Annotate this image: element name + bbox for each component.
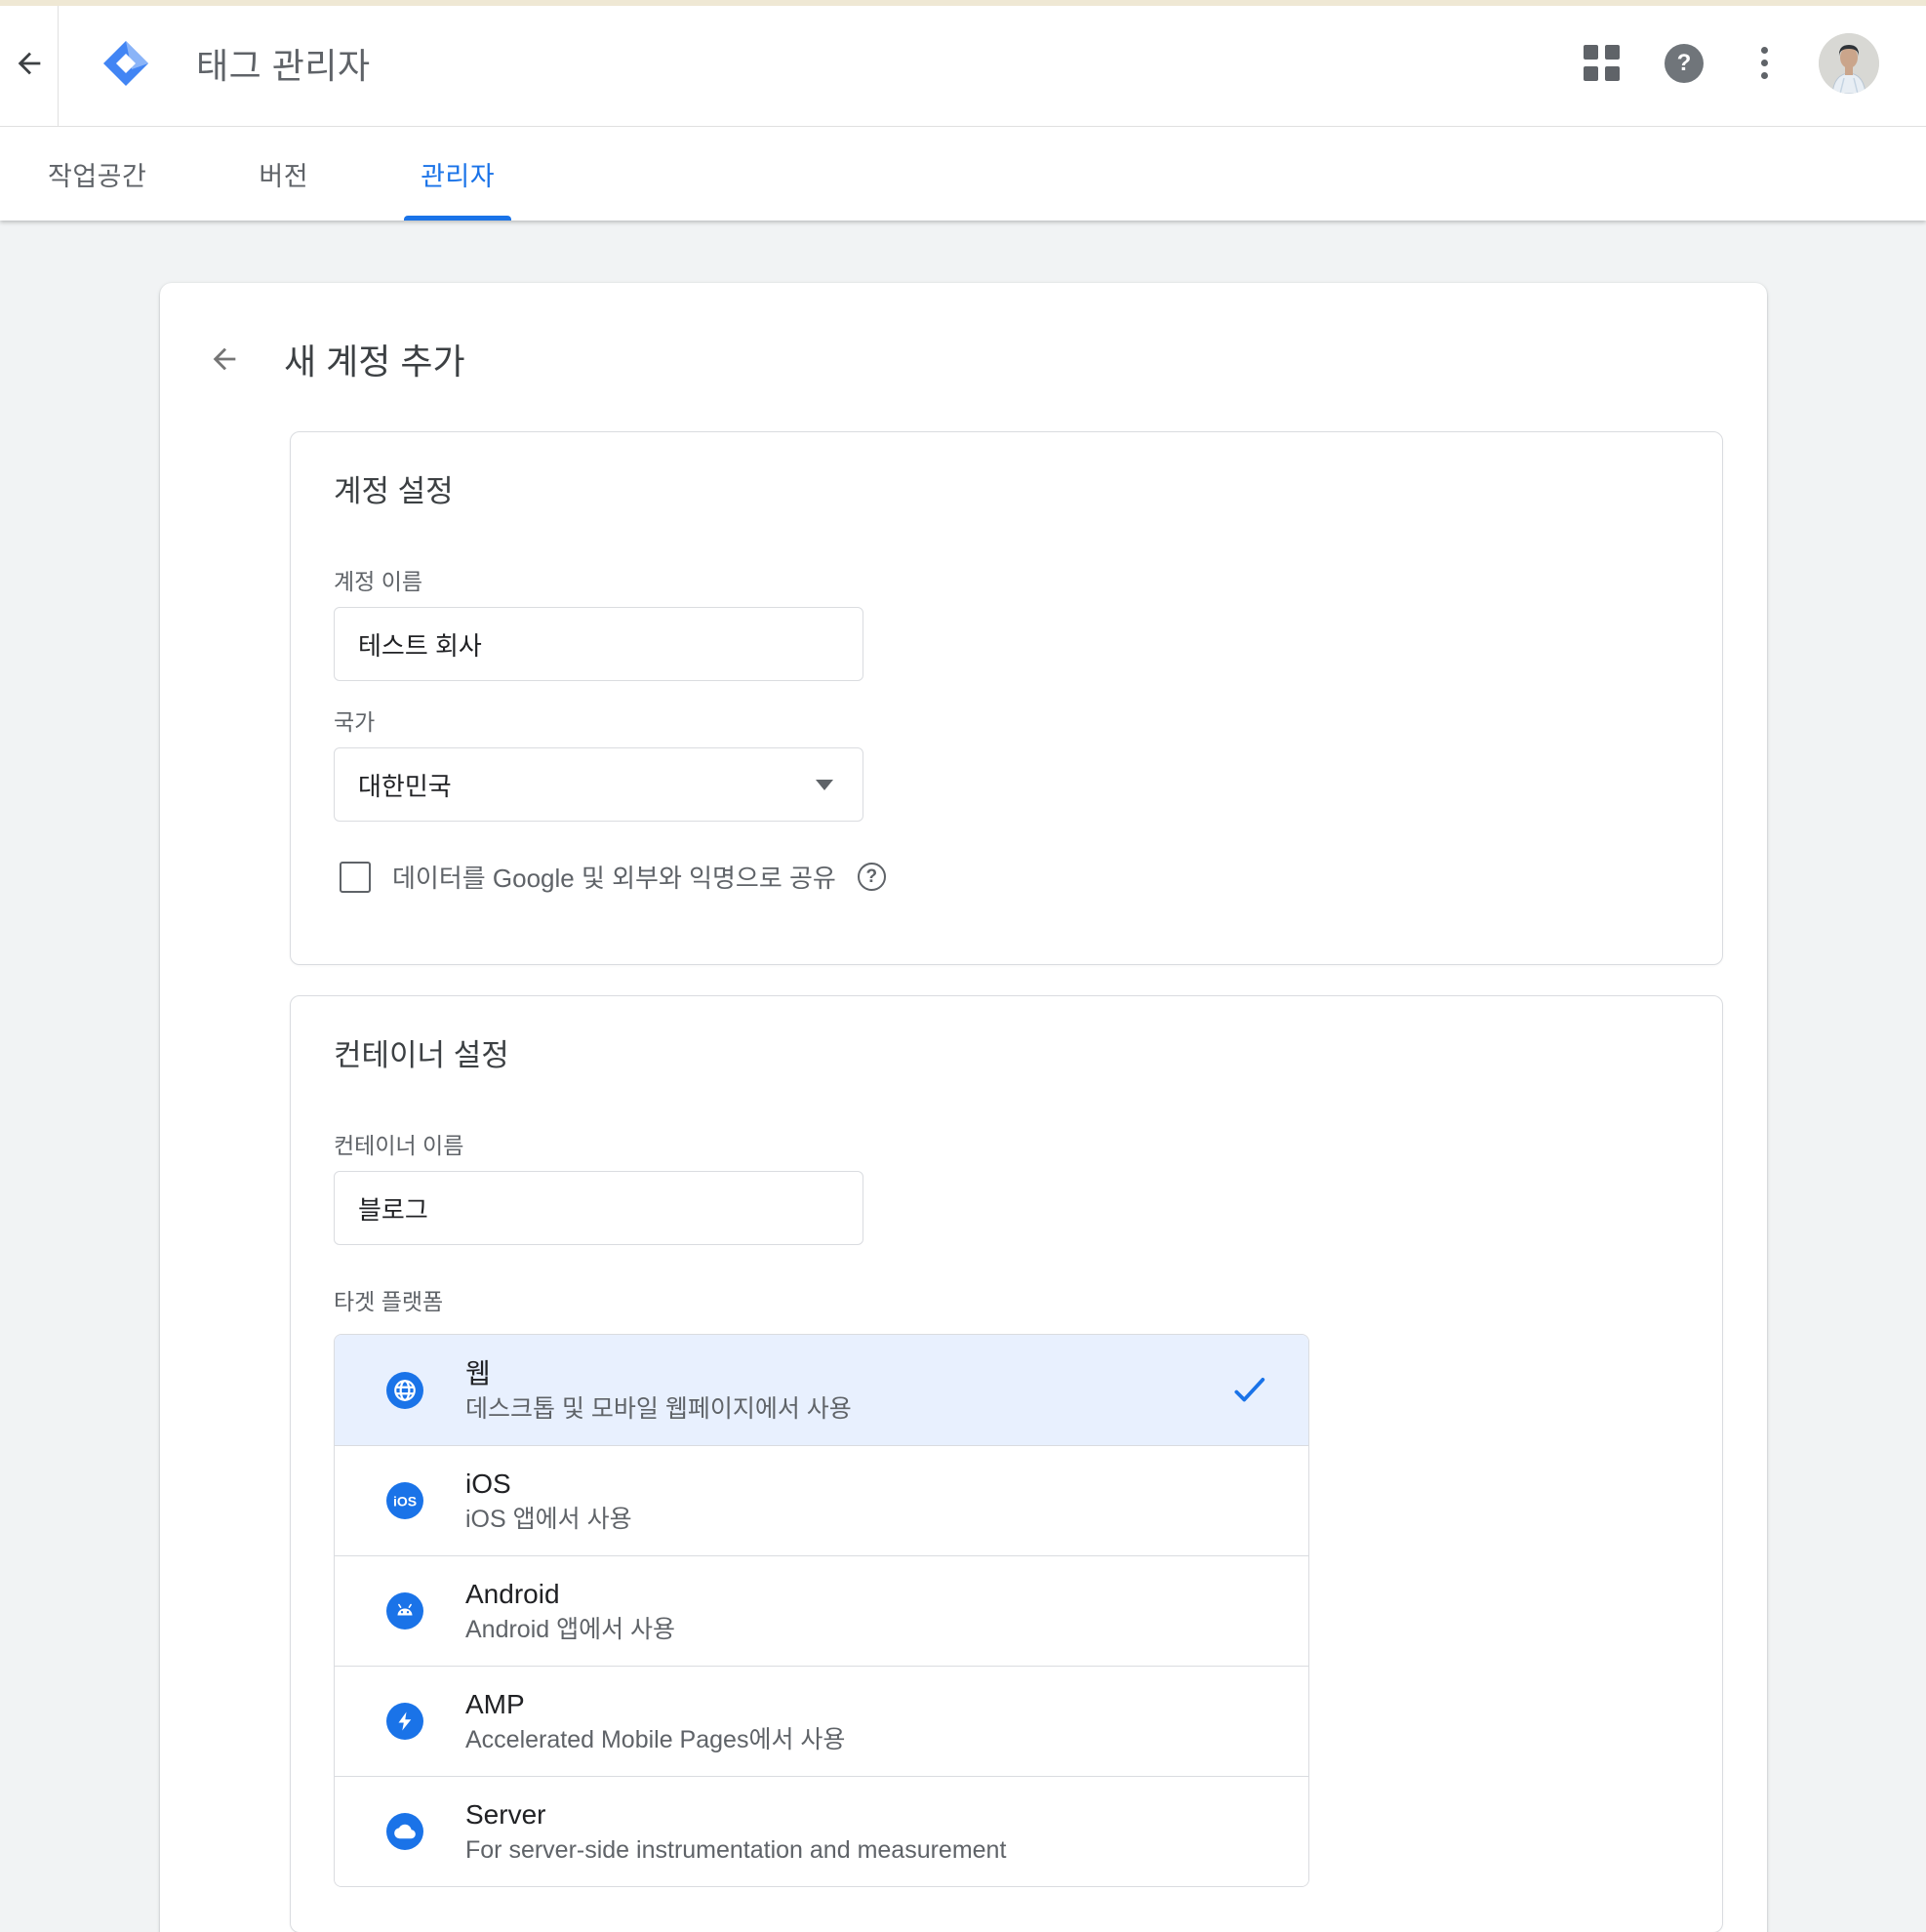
platform-row-android[interactable]: Android Android 앱에서 사용 xyxy=(335,1555,1308,1666)
container-settings-heading: 컨테이너 설정 xyxy=(334,1033,1679,1078)
container-name-label: 컨테이너 이름 xyxy=(334,1133,1679,1158)
platform-text: iOS iOS 앱에서 사용 xyxy=(465,1469,632,1533)
share-data-label: 데이터를 Google 및 외부와 익명으로 공유 xyxy=(392,859,836,895)
platform-desc: Android 앱에서 사용 xyxy=(465,1616,675,1643)
container-name-input[interactable] xyxy=(334,1171,863,1245)
country-label: 국가 xyxy=(334,709,1679,735)
tab-admin-label: 관리자 xyxy=(421,155,495,193)
card-title-row: 새 계정 추가 xyxy=(208,334,1767,384)
target-platform-label: 타겟 플랫폼 xyxy=(334,1289,1679,1314)
account-name-label: 계정 이름 xyxy=(334,569,1679,594)
chevron-down-icon xyxy=(816,780,833,790)
tab-workspace-label: 작업공간 xyxy=(48,155,146,193)
platform-desc: For server-side instrumentation and meas… xyxy=(465,1836,1006,1864)
android-icon xyxy=(386,1592,423,1630)
platform-title: Server xyxy=(465,1799,1006,1831)
share-data-row: 데이터를 Google 및 외부와 익명으로 공유 ? xyxy=(334,859,1679,895)
platform-row-web[interactable]: 웹 데스크톱 및 모바일 웹페이지에서 사용 xyxy=(335,1335,1308,1445)
platform-desc: 데스크톱 및 모바일 웹페이지에서 사용 xyxy=(465,1395,852,1423)
platform-title: 웹 xyxy=(465,1358,852,1389)
top-app-bar: 태그 관리자 ? xyxy=(0,0,1926,127)
card-back-button[interactable] xyxy=(208,342,241,376)
account-settings-section: 계정 설정 계정 이름 국가 대한민국 데이터를 Google 및 외부와 익명… xyxy=(290,431,1723,965)
tab-workspace[interactable]: 작업공간 xyxy=(48,127,146,221)
tab-bar: 작업공간 버전 관리자 xyxy=(0,127,1926,221)
globe-icon xyxy=(386,1372,423,1409)
active-tab-underline xyxy=(404,216,511,221)
platform-desc: iOS 앱에서 사용 xyxy=(465,1506,632,1533)
tab-versions[interactable]: 버전 xyxy=(259,127,308,221)
platform-row-ios[interactable]: iOS iOS iOS 앱에서 사용 xyxy=(335,1445,1308,1555)
app-title: 태그 관리자 xyxy=(196,38,371,89)
platform-desc: Accelerated Mobile Pages에서 사용 xyxy=(465,1726,845,1753)
gtm-logo xyxy=(102,40,149,87)
add-account-card: 새 계정 추가 계정 설정 계정 이름 국가 대한민국 데이터를 Google … xyxy=(160,283,1767,1932)
country-select[interactable]: 대한민국 xyxy=(334,747,863,822)
more-options-button[interactable] xyxy=(1745,44,1784,83)
help-button[interactable]: ? xyxy=(1665,44,1704,83)
header-back-button[interactable] xyxy=(0,0,59,126)
tab-admin[interactable]: 관리자 xyxy=(421,127,495,221)
platform-text: Server For server-side instrumentation a… xyxy=(465,1799,1006,1864)
avatar-image xyxy=(1819,33,1879,94)
platform-text: 웹 데스크톱 및 모바일 웹페이지에서 사용 xyxy=(465,1358,852,1423)
page-title: 새 계정 추가 xyxy=(284,334,465,384)
platform-text: Android Android 앱에서 사용 xyxy=(465,1579,675,1643)
share-help-icon[interactable]: ? xyxy=(858,863,886,891)
platform-title: AMP xyxy=(465,1689,845,1720)
target-platform-list: 웹 데스크톱 및 모바일 웹페이지에서 사용 iOS iO xyxy=(334,1334,1309,1887)
platform-text: AMP Accelerated Mobile Pages에서 사용 xyxy=(465,1689,845,1753)
page-content: 새 계정 추가 계정 설정 계정 이름 국가 대한민국 데이터를 Google … xyxy=(0,221,1926,1932)
apps-grid-button[interactable] xyxy=(1582,44,1621,83)
tab-versions-label: 버전 xyxy=(259,155,308,193)
check-icon xyxy=(1230,1372,1267,1409)
avatar[interactable] xyxy=(1819,33,1879,94)
platform-title: iOS xyxy=(465,1469,632,1500)
share-data-checkbox[interactable] xyxy=(340,862,371,893)
account-name-input[interactable] xyxy=(334,607,863,681)
header-actions: ? xyxy=(1582,33,1879,94)
platform-row-amp[interactable]: AMP Accelerated Mobile Pages에서 사용 xyxy=(335,1666,1308,1776)
apps-grid-icon xyxy=(1584,45,1620,81)
back-arrow-icon xyxy=(13,47,46,80)
svg-text:iOS: iOS xyxy=(393,1494,417,1509)
container-settings-section: 컨테이너 설정 컨테이너 이름 타겟 플랫폼 웹 xyxy=(290,995,1723,1932)
platform-title: Android xyxy=(465,1579,675,1610)
cloud-icon xyxy=(386,1813,423,1850)
ios-icon: iOS xyxy=(386,1482,423,1519)
account-settings-heading: 계정 설정 xyxy=(334,469,1679,514)
amp-bolt-icon xyxy=(386,1703,423,1740)
help-icon: ? xyxy=(1665,44,1704,83)
platform-row-server[interactable]: Server For server-side instrumentation a… xyxy=(335,1776,1308,1886)
country-select-value: 대한민국 xyxy=(358,767,452,803)
